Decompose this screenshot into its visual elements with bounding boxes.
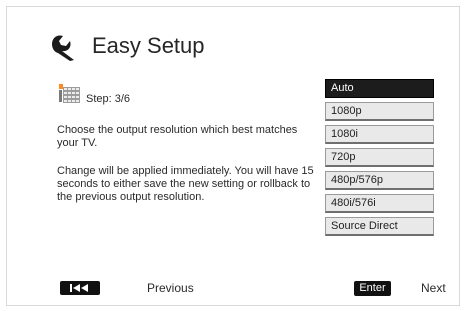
- previous-label[interactable]: Previous: [147, 281, 194, 295]
- resolution-option-source-direct[interactable]: Source Direct: [325, 217, 434, 236]
- resolution-option-720p[interactable]: 720p: [325, 148, 434, 167]
- setup-screen: Easy Setup Step: 3/6 Choose the output r…: [6, 6, 460, 306]
- page-title: Easy Setup: [92, 33, 205, 58]
- resolution-option-1080p[interactable]: 1080p: [325, 102, 434, 121]
- wrench-icon: [52, 35, 74, 61]
- resolution-option-auto[interactable]: Auto: [325, 79, 434, 98]
- next-label[interactable]: Next: [421, 281, 446, 295]
- enter-key-button[interactable]: Enter: [354, 281, 391, 296]
- resolution-option-1080i[interactable]: 1080i: [325, 125, 434, 144]
- resolution-option-480i-576i[interactable]: 480i/576i: [325, 194, 434, 213]
- apply-note-text: Change will be applied immediately. You …: [57, 165, 314, 203]
- instruction-text: Choose the output resolution which best …: [57, 124, 298, 149]
- resolution-list: Auto 1080p 1080i 720p 480p/576p 480i/576…: [325, 79, 435, 240]
- previous-key-button[interactable]: [60, 281, 100, 295]
- resolution-option-480p-576p[interactable]: 480p/576p: [325, 171, 434, 190]
- skip-previous-icon: [70, 284, 88, 292]
- step-indicator: Step: 3/6: [86, 93, 131, 105]
- step-grid-icon: [59, 84, 80, 103]
